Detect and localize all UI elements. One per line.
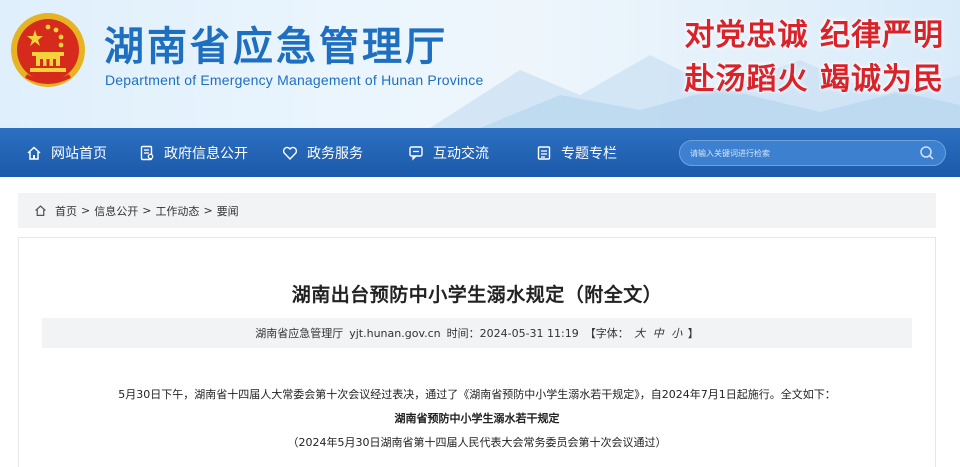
breadcrumb-headlines[interactable]: 要闻 bbox=[217, 203, 239, 219]
article-source: 湖南省应急管理厅 bbox=[255, 327, 344, 340]
nav-item-gov-info[interactable]: 政府信息公开 bbox=[139, 128, 248, 177]
nav-item-special[interactable]: 专题专栏 bbox=[536, 128, 617, 177]
site-subtitle: Department of Emergency Management of Hu… bbox=[105, 72, 484, 88]
article-paragraph: 5月30日下午，湖南省十四届人大常委会第十次会议经过表决，通过了《湖南省预防中小… bbox=[118, 388, 836, 401]
nav-item-interaction[interactable]: 互动交流 bbox=[408, 128, 489, 177]
breadcrumb-work-news[interactable]: 工作动态 bbox=[155, 203, 199, 219]
font-size-medium[interactable]: 中 bbox=[653, 327, 664, 340]
document-note: （2024年5月30日湖南省第十四届人民代表大会常务委员会第十次会议通过） bbox=[287, 436, 667, 449]
site-title: 湖南省应急管理厅 bbox=[104, 24, 448, 70]
national-emblem-icon bbox=[11, 13, 85, 87]
breadcrumb-info-public[interactable]: 信息公开 bbox=[94, 203, 138, 219]
article-meta: 湖南省应急管理厅 yjt.hunan.gov.cn 时间： 2024-05-31… bbox=[42, 318, 912, 348]
article-title: 湖南出台预防中小学生溺水规定（附全文） bbox=[291, 284, 663, 306]
search-box bbox=[679, 140, 946, 166]
font-size-large[interactable]: 大 bbox=[634, 327, 645, 340]
nav-item-label: 互动交流 bbox=[433, 145, 489, 162]
search-input[interactable] bbox=[690, 141, 910, 165]
document-title: 湖南省预防中小学生溺水若干规定 bbox=[394, 412, 560, 425]
chat-icon bbox=[409, 145, 423, 161]
nav-item-label: 网站首页 bbox=[51, 145, 107, 162]
search-icon[interactable] bbox=[919, 145, 935, 161]
home-icon bbox=[27, 145, 41, 160]
nav-item-services[interactable]: 政务服务 bbox=[282, 128, 363, 177]
breadcrumb-home[interactable]: 首页 bbox=[55, 203, 77, 219]
article-panel: 湖南出台预防中小学生溺水规定（附全文） 湖南省应急管理厅 yjt.hunan.g… bbox=[18, 237, 936, 467]
font-size-label: 【字体： bbox=[584, 327, 629, 340]
home-icon bbox=[35, 205, 46, 216]
list-icon bbox=[537, 145, 551, 160]
document-icon bbox=[140, 145, 154, 160]
breadcrumb-separator: > bbox=[203, 204, 213, 217]
nav-item-label: 政务服务 bbox=[307, 145, 363, 162]
article-time-label: 时间： bbox=[446, 327, 480, 340]
font-size-control: 【字体： 大 中 小 】 bbox=[585, 325, 699, 341]
nav-item-home[interactable]: 网站首页 bbox=[26, 128, 107, 177]
nav-item-label: 专题专栏 bbox=[561, 145, 617, 162]
article-time: 2024-05-31 11:19 bbox=[479, 326, 579, 340]
slogan-line-1: 对党忠诚 纪律严明 bbox=[684, 18, 944, 53]
heart-icon bbox=[282, 146, 298, 160]
font-size-close: 】 bbox=[687, 327, 699, 340]
breadcrumb-separator: > bbox=[142, 204, 152, 217]
site-header: 湖南省应急管理厅 Department of Emergency Managem… bbox=[0, 0, 960, 128]
article-site: yjt.hunan.gov.cn bbox=[349, 326, 441, 340]
breadcrumb-separator: > bbox=[81, 204, 91, 217]
slogan-line-2: 赴汤蹈火 竭诚为民 bbox=[684, 62, 944, 97]
nav-item-label: 政府信息公开 bbox=[164, 145, 248, 162]
breadcrumb: 首页 > 信息公开 > 工作动态 > 要闻 bbox=[18, 193, 936, 228]
font-size-small[interactable]: 小 bbox=[671, 327, 682, 340]
